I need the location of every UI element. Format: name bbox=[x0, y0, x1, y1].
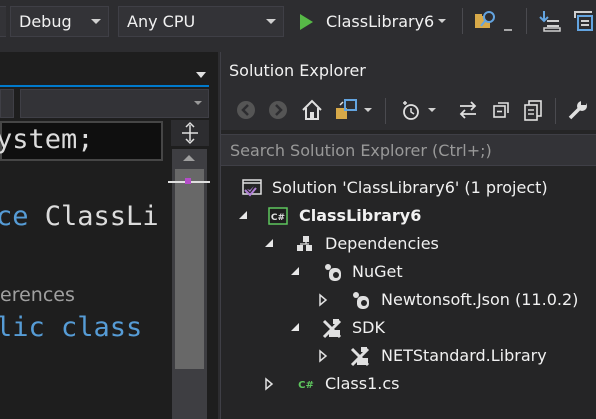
tree-item-label: Newtonsoft.Json (11.0.2) bbox=[381, 290, 579, 309]
tree-item-project[interactable]: C# ClassLibrary6 bbox=[221, 202, 596, 230]
dependencies-icon bbox=[293, 233, 315, 255]
solution-explorer-toolbar bbox=[221, 90, 596, 130]
step-over-icon[interactable] bbox=[570, 8, 596, 34]
sdk-icon bbox=[321, 317, 343, 339]
tree-item-sdk[interactable]: SDK bbox=[221, 314, 596, 342]
find-in-files-icon[interactable] bbox=[472, 8, 498, 34]
solution-configuration-value: Debug bbox=[19, 12, 72, 31]
tree-item-label: Dependencies bbox=[325, 234, 439, 253]
code-line-namespace: ce ClassLi bbox=[0, 201, 159, 232]
active-tab-indicator bbox=[0, 85, 209, 87]
tree-item-label: Class1.cs bbox=[325, 374, 400, 393]
code-line-using: ystem; bbox=[0, 124, 94, 155]
type-navigation-dropdown[interactable] bbox=[20, 89, 209, 118]
chevron-down-icon bbox=[91, 19, 101, 24]
start-debugging-label: ClassLibrary6 bbox=[326, 12, 435, 31]
project-navigation-dropdown[interactable] bbox=[0, 89, 14, 118]
code-line-class: lic class bbox=[0, 312, 142, 343]
scroll-up-icon[interactable] bbox=[183, 155, 195, 161]
solution-tree[interactable]: Solution 'ClassLibrary6' (1 project) C# … bbox=[221, 174, 596, 419]
tree-item-label: ClassLibrary6 bbox=[299, 206, 422, 225]
collapsed-arrow-icon[interactable] bbox=[317, 289, 329, 311]
code-editor[interactable]: ystem; ce ClassLi erences lic class bbox=[0, 52, 218, 419]
tree-item-label: NETStandard.Library bbox=[381, 346, 547, 365]
solution-explorer-titlebar: Solution Explorer bbox=[221, 52, 596, 90]
tree-item-dependencies[interactable]: Dependencies bbox=[221, 230, 596, 258]
toolbar-separator bbox=[526, 8, 527, 34]
collapsed-arrow-icon[interactable] bbox=[317, 345, 329, 367]
chevron-down-icon bbox=[266, 19, 276, 24]
panel-title: Solution Explorer bbox=[229, 61, 366, 80]
toolbar-combo-edge bbox=[0, 6, 6, 37]
vs-window: Debug Any CPU ClassLibrary6 ystem; ce Cl… bbox=[0, 0, 596, 419]
package-icon bbox=[349, 289, 371, 311]
csharp-file-icon: C# bbox=[295, 373, 317, 395]
solution-explorer-panel: Solution Explorer Search Solution Explor… bbox=[220, 52, 596, 419]
home-icon[interactable] bbox=[299, 97, 325, 123]
solution-platform-value: Any CPU bbox=[127, 12, 196, 31]
keyword-fragment: ce bbox=[0, 201, 29, 232]
sdk-package-icon bbox=[349, 345, 371, 367]
project-badge: C# bbox=[271, 213, 285, 223]
tree-item-label: SDK bbox=[352, 318, 385, 337]
expanded-arrow-icon[interactable] bbox=[239, 211, 247, 219]
split-window-icon[interactable] bbox=[171, 120, 209, 146]
pending-changes-icon[interactable] bbox=[397, 97, 423, 123]
tree-item-newtonsoft-json[interactable]: Newtonsoft.Json (11.0.2) bbox=[221, 286, 596, 314]
toolbar-separator bbox=[462, 8, 463, 34]
start-debugging-button[interactable]: ClassLibrary6 bbox=[294, 6, 460, 37]
switch-views-icon[interactable] bbox=[333, 97, 359, 123]
codelens-references[interactable]: erences bbox=[0, 284, 75, 306]
chevron-down-icon[interactable] bbox=[196, 72, 206, 78]
nuget-icon bbox=[321, 261, 343, 283]
chevron-down-icon bbox=[194, 101, 202, 105]
back-icon[interactable] bbox=[233, 97, 259, 123]
chevron-down-icon[interactable] bbox=[361, 97, 375, 123]
search-placeholder: Search Solution Explorer (Ctrl+;) bbox=[230, 141, 492, 160]
collapsed-arrow-icon[interactable] bbox=[263, 373, 275, 395]
csharp-project-icon: C# bbox=[267, 205, 289, 227]
tree-item-netstandard-library[interactable]: NETStandard.Library bbox=[221, 342, 596, 370]
chevron-down-icon[interactable] bbox=[425, 97, 439, 123]
codelens-text: erences bbox=[0, 284, 75, 306]
code-text: ystem; bbox=[0, 124, 94, 155]
solution-configuration-dropdown[interactable]: Debug bbox=[10, 6, 109, 37]
keyword-fragment: lic class bbox=[0, 312, 143, 343]
main-toolbar: Debug Any CPU ClassLibrary6 bbox=[0, 0, 596, 52]
tree-item-label: NuGet bbox=[352, 262, 403, 281]
sync-icon[interactable] bbox=[455, 97, 481, 123]
vertical-scrollbar[interactable] bbox=[172, 149, 207, 419]
expanded-arrow-icon[interactable] bbox=[265, 239, 273, 247]
tree-item-class1-cs[interactable]: C# Class1.cs bbox=[221, 370, 596, 398]
toolbar-separator bbox=[555, 98, 556, 124]
expanded-arrow-icon[interactable] bbox=[291, 323, 299, 331]
forward-icon[interactable] bbox=[265, 97, 291, 123]
play-icon bbox=[300, 14, 313, 30]
solution-platform-dropdown[interactable]: Any CPU bbox=[118, 6, 284, 37]
scrollbar-thumb[interactable] bbox=[175, 169, 204, 369]
step-into-icon[interactable] bbox=[538, 8, 564, 34]
namespace-name: ClassLi bbox=[44, 201, 159, 232]
collapse-all-icon[interactable] bbox=[489, 97, 515, 123]
tree-item-nuget[interactable]: NuGet bbox=[221, 258, 596, 286]
chevron-down-icon[interactable] bbox=[438, 19, 446, 23]
scrollbar-change-marker bbox=[185, 178, 191, 184]
tree-item-solution[interactable]: Solution 'ClassLibrary6' (1 project) bbox=[221, 174, 596, 202]
solution-icon bbox=[241, 177, 263, 199]
file-badge: C# bbox=[298, 380, 314, 391]
toolbar-separator bbox=[385, 98, 386, 124]
show-all-files-icon[interactable] bbox=[521, 97, 547, 123]
tree-item-label: Solution 'ClassLibrary6' (1 project) bbox=[272, 178, 548, 197]
toolbar-overflow-icon[interactable] bbox=[500, 8, 516, 34]
properties-wrench-icon[interactable] bbox=[565, 97, 591, 123]
solution-explorer-search-input[interactable]: Search Solution Explorer (Ctrl+;) bbox=[221, 134, 596, 166]
expanded-arrow-icon[interactable] bbox=[291, 267, 299, 275]
